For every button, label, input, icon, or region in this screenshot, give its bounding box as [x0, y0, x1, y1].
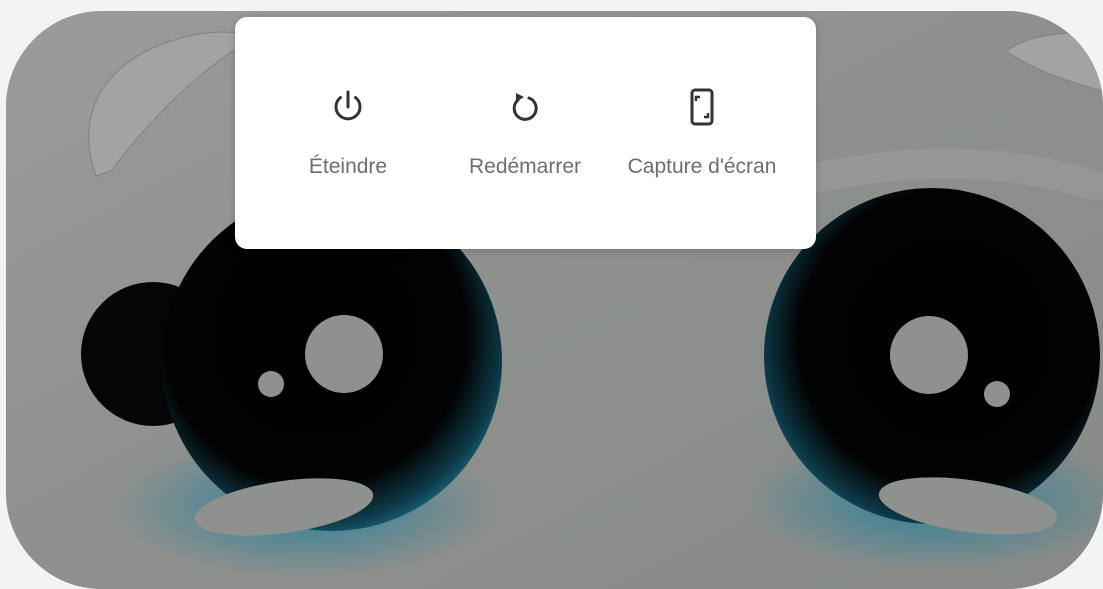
restart-button[interactable]: Redémarrer	[430, 17, 620, 249]
screenshot-label: Capture d'écran	[627, 155, 777, 178]
power-off-button[interactable]: Éteindre	[253, 17, 443, 249]
power-off-label: Éteindre	[308, 155, 388, 178]
device-screen: Éteindre Redémarrer Capture d'écran	[6, 11, 1103, 589]
restart-icon	[505, 87, 545, 127]
power-menu-dialog: Éteindre Redémarrer Capture d'écran	[235, 17, 816, 249]
screenshot-button[interactable]: Capture d'écran	[607, 17, 797, 249]
power-icon	[328, 87, 368, 127]
restart-label: Redémarrer	[468, 155, 582, 178]
screenshot-icon	[682, 87, 722, 127]
